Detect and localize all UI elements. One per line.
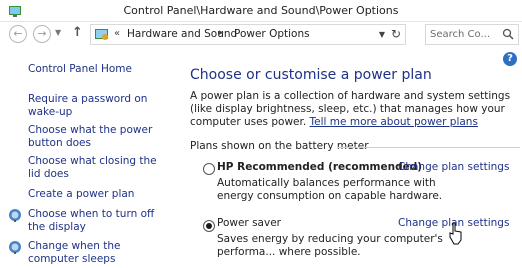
- address-bar[interactable]: « Hardware and Sound ▸ Power Options ▼ ↻: [90, 24, 406, 45]
- sidebar-link-computer-sleeps[interactable]: Change when the computer sleeps: [28, 240, 168, 266]
- sidebar-link-power-button[interactable]: Choose what the power button does: [28, 124, 168, 150]
- up-arrow-icon[interactable]: ↑: [72, 25, 83, 40]
- page-title: Choose or customise a power plan: [190, 67, 432, 83]
- breadcrumb-overflow[interactable]: «: [114, 28, 120, 39]
- plan-radio-hp-recommended[interactable]: [203, 163, 215, 175]
- page-description: A power plan is a collection of hardware…: [190, 90, 512, 129]
- sidebar-link-create-plan[interactable]: Create a power plan: [28, 188, 168, 201]
- plan-name-hp-recommended[interactable]: HP Recommended (recommended): [217, 161, 422, 173]
- sidebar-link-require-password[interactable]: Require a password on wake-up: [28, 93, 168, 119]
- help-icon[interactable]: ?: [503, 52, 517, 66]
- control-panel-icon: [95, 29, 108, 40]
- back-arrow-icon[interactable]: ←: [9, 25, 27, 43]
- plans-group-label: Plans shown on the battery meter: [190, 140, 369, 152]
- search-box[interactable]: [425, 24, 519, 45]
- sidebar-link-turn-off-display[interactable]: Choose when to turn off the display: [28, 208, 168, 234]
- navigation-bar: ← → ▼ ↑ « Hardware and Sound ▸ Power Opt…: [0, 22, 522, 48]
- plan-description-hp-recommended: Automatically balances performance with …: [217, 177, 443, 202]
- control-panel-home-link[interactable]: Control Panel Home: [28, 63, 168, 76]
- change-plan-settings-link-hp[interactable]: Change plan settings: [398, 161, 509, 173]
- plan-radio-power-saver[interactable]: [203, 220, 215, 232]
- sidebar-link-closing-lid[interactable]: Choose what closing the lid does: [28, 155, 168, 181]
- recent-locations-icon[interactable]: ▼: [55, 28, 61, 37]
- divider: [338, 147, 520, 148]
- search-input[interactable]: [430, 27, 498, 42]
- chevron-down-icon[interactable]: ▼: [379, 30, 385, 39]
- chevron-right-icon[interactable]: ▸: [219, 28, 224, 38]
- left-pane: Control Panel Home Require a password on…: [0, 48, 170, 268]
- plan-name-power-saver[interactable]: Power saver: [217, 217, 281, 229]
- tell-me-more-link[interactable]: Tell me more about power plans: [310, 116, 478, 128]
- title-bar: Control Panel\Hardware and Sound\Power O…: [0, 0, 522, 22]
- breadcrumb-power-options[interactable]: Power Options: [234, 28, 310, 40]
- plan-description-power-saver: Saves energy by reducing your computer's…: [217, 233, 443, 258]
- search-icon[interactable]: [502, 28, 514, 40]
- refresh-icon[interactable]: ↻: [391, 27, 401, 41]
- display-icon: [9, 209, 21, 222]
- mouse-cursor-icon: [449, 222, 462, 245]
- forward-arrow-icon[interactable]: →: [33, 25, 51, 43]
- window-title: Control Panel\Hardware and Sound\Power O…: [123, 4, 399, 17]
- display-icon: [9, 241, 21, 254]
